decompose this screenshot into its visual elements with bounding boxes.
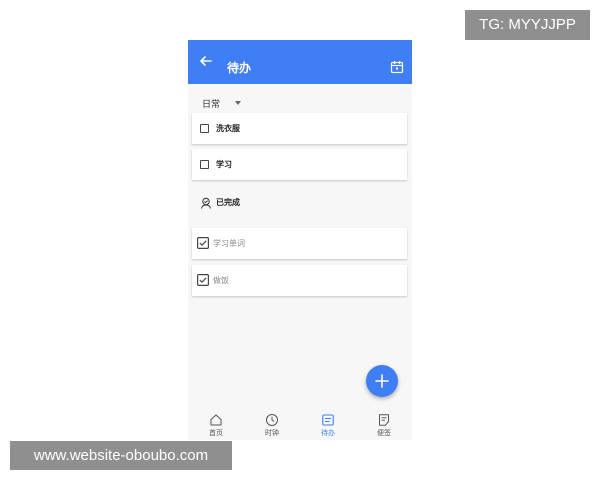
bottom-nav: 首页 时钟 待办 便签	[188, 408, 412, 440]
checked-checkbox[interactable]	[197, 237, 209, 249]
nav-item-todo[interactable]: 待办	[300, 408, 356, 440]
completed-label: 做饭	[213, 276, 229, 285]
todo-item[interactable]: 洗衣服	[192, 113, 407, 144]
arrow-left-icon[interactable]	[196, 51, 216, 71]
calendar-icon[interactable]	[390, 60, 404, 74]
add-todo-button[interactable]	[366, 365, 398, 397]
plus-icon	[375, 374, 389, 388]
completed-label: 已完成	[216, 198, 240, 207]
app-screen: 待办 日常 洗衣服 学习 已完成 学习单词 做饭 首页 时钟 待办 便签	[188, 40, 412, 440]
checked-checkbox[interactable]	[197, 274, 209, 286]
nav-label: 便签	[377, 429, 391, 437]
nav-label: 待办	[321, 429, 335, 437]
nav-item-home[interactable]: 首页	[188, 408, 244, 440]
nav-item-clock[interactable]: 时钟	[244, 408, 300, 440]
todo-label: 洗衣服	[216, 124, 240, 133]
app-bar: 待办	[188, 40, 412, 84]
todo-label: 学习	[216, 160, 232, 169]
page-title: 待办	[227, 61, 252, 75]
todo-icon	[322, 414, 334, 426]
chevron-down-icon[interactable]	[235, 101, 241, 105]
nav-label: 首页	[209, 429, 223, 437]
note-icon	[379, 414, 389, 426]
completed-item[interactable]: 做饭	[192, 265, 407, 296]
watermark-bottom-left: www.website-oboubo.com	[10, 441, 232, 470]
checkbox[interactable]	[200, 124, 209, 133]
clock-icon	[266, 414, 278, 426]
completed-label: 学习单词	[213, 239, 245, 248]
checkbox[interactable]	[200, 160, 209, 169]
watermark-top-right: TG: MYYJJPP	[465, 10, 590, 40]
todo-item[interactable]: 学习	[192, 149, 407, 180]
nav-item-note[interactable]: 便签	[356, 408, 412, 440]
home-icon	[210, 414, 222, 426]
completed-item[interactable]: 学习单词	[192, 228, 407, 259]
nav-label: 时钟	[265, 429, 279, 437]
user-check-icon	[201, 197, 211, 209]
category-selector[interactable]: 日常	[202, 97, 220, 110]
